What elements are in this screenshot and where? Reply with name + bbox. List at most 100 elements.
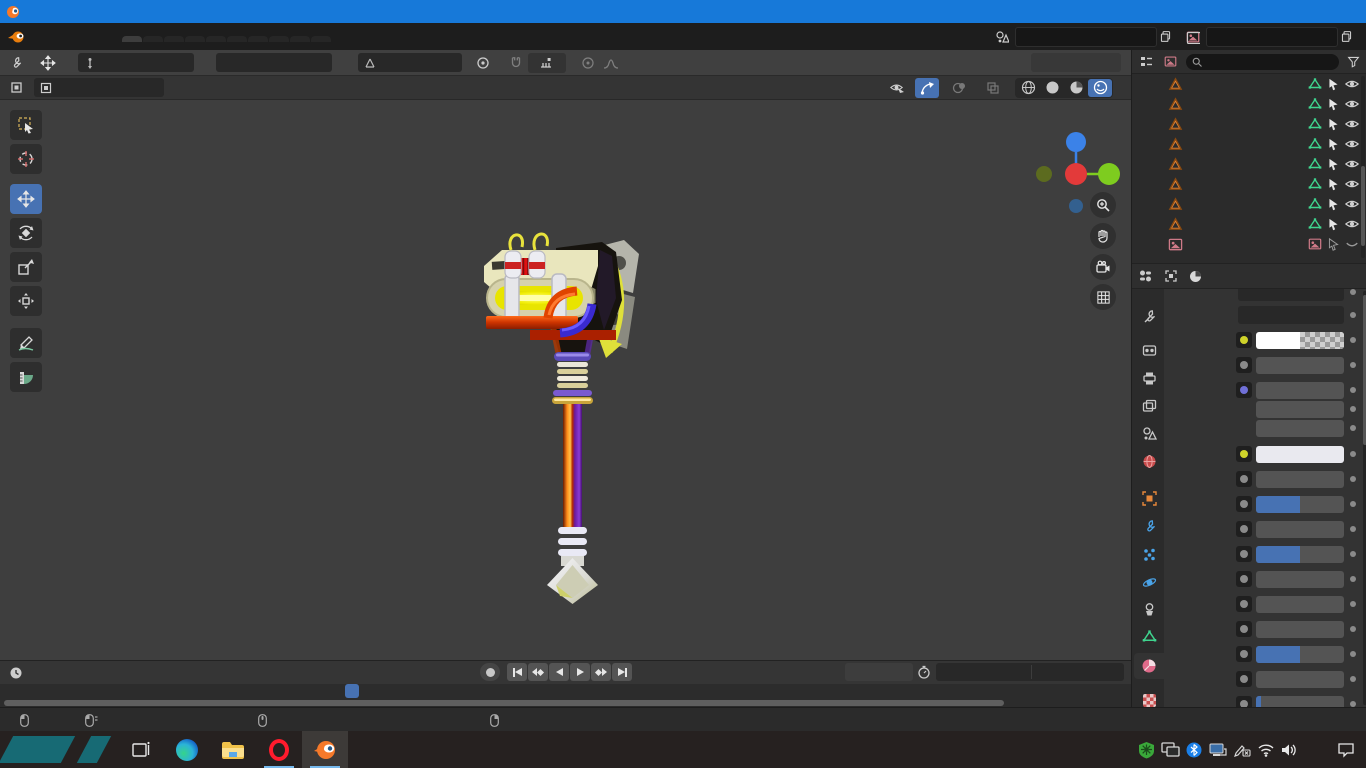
tool-rotate-button[interactable]	[10, 218, 42, 248]
drag-dropdown[interactable]	[216, 53, 332, 72]
timeline-ruler[interactable]	[0, 684, 1131, 698]
workspace-tab-compositing[interactable]	[290, 36, 310, 42]
workspace-tab-modeling[interactable]	[143, 36, 163, 42]
selectable-icon[interactable]	[1327, 238, 1340, 251]
animate-dot[interactable]	[1350, 337, 1356, 343]
start-button[interactable]	[0, 731, 118, 768]
wifi-tray-icon[interactable]	[1254, 731, 1278, 768]
antivirus-tray-icon[interactable]	[1134, 731, 1158, 768]
volume-tray-icon[interactable]	[1278, 731, 1302, 768]
clearcoat-roughness-slider[interactable]	[1256, 696, 1344, 707]
selectable-icon[interactable]	[1327, 98, 1340, 111]
tab-view-layer[interactable]	[1134, 393, 1164, 419]
base-color-input-socket[interactable]	[1236, 332, 1252, 348]
tool-annotate-button[interactable]	[10, 328, 42, 358]
jump-to-start-button[interactable]	[507, 663, 527, 681]
workspace-tab-rendering[interactable]	[269, 36, 289, 42]
orientation-dropdown[interactable]	[78, 53, 194, 72]
play-reverse-button[interactable]	[549, 663, 569, 681]
outliner-row-empty[interactable]	[1132, 234, 1363, 254]
proportional-editing-icon[interactable]	[576, 53, 600, 73]
prev-keyframe-button[interactable]	[528, 663, 548, 681]
shading-material-button[interactable]	[1064, 79, 1088, 97]
metallic-value[interactable]	[1256, 471, 1344, 488]
workspace-tab-layout[interactable]	[122, 36, 142, 42]
outliner-row[interactable]	[1132, 194, 1363, 214]
mode-dropdown[interactable]	[34, 78, 164, 97]
auto-keying-record-button[interactable]	[480, 663, 500, 681]
current-frame-badge[interactable]	[345, 684, 359, 698]
blender-logo-icon[interactable]	[8, 29, 24, 45]
titlebar[interactable]	[0, 0, 1366, 23]
subsurface-method-dropdown[interactable]	[1238, 306, 1344, 324]
distribution-dropdown[interactable]	[1238, 289, 1344, 301]
selectable-icon[interactable]	[1327, 118, 1340, 131]
visibility-eye-icon[interactable]	[1345, 97, 1359, 111]
workspace-tab-sculpting[interactable]	[164, 36, 184, 42]
outliner-search-input[interactable]	[1186, 54, 1339, 70]
tab-particles[interactable]	[1134, 541, 1164, 567]
view-layer-copy-icon[interactable]	[1338, 29, 1354, 45]
gizmos-toggle-button[interactable]	[915, 78, 939, 98]
subsurface-value[interactable]	[1256, 357, 1344, 374]
task-view-button[interactable]	[118, 731, 164, 768]
base-color-swatch[interactable]	[1256, 332, 1344, 349]
roughness-slider[interactable]	[1256, 546, 1344, 563]
scene-icon[interactable]	[994, 29, 1010, 45]
display-tray-icon[interactable]	[1158, 731, 1182, 768]
opera-icon[interactable]	[256, 731, 302, 768]
editor-type-properties-icon[interactable]	[1137, 268, 1153, 284]
workspace-tab-animation[interactable]	[248, 36, 268, 42]
visibility-eye-icon[interactable]	[1345, 217, 1359, 231]
network-device-tray-icon[interactable]	[1206, 731, 1230, 768]
workspace-tab-shading[interactable]	[227, 36, 247, 42]
specular-slider[interactable]	[1256, 496, 1344, 513]
view-layer-name-field[interactable]	[1206, 27, 1338, 47]
outliner-row[interactable]	[1132, 154, 1363, 174]
pan-button[interactable]	[1090, 223, 1116, 249]
visibility-eye-icon[interactable]	[1345, 157, 1359, 171]
tool-scale-button[interactable]	[10, 252, 42, 282]
selectable-icon[interactable]	[1327, 218, 1340, 231]
selectable-icon[interactable]	[1327, 178, 1340, 191]
tab-object-data[interactable]	[1134, 623, 1164, 649]
tab-scene[interactable]	[1134, 420, 1164, 446]
tool-measure-button[interactable]	[10, 362, 42, 392]
blender-taskbar-icon[interactable]	[302, 731, 348, 768]
selectable-icon[interactable]	[1327, 198, 1340, 211]
specular-tint-value[interactable]	[1256, 521, 1344, 538]
current-frame-field[interactable]	[845, 663, 913, 681]
view-layer-icon[interactable]	[1185, 29, 1201, 45]
clearcoat-value[interactable]	[1256, 671, 1344, 688]
sheen-tint-slider[interactable]	[1256, 646, 1344, 663]
editor-type-timeline-icon[interactable]	[8, 665, 24, 681]
tab-world[interactable]	[1134, 448, 1164, 474]
tool-move-button[interactable]	[10, 184, 42, 214]
stopwatch-icon[interactable]	[916, 664, 932, 680]
viewport-3d[interactable]	[0, 76, 1131, 660]
shading-rendered-button[interactable]	[1088, 79, 1112, 97]
tab-output[interactable]	[1134, 365, 1164, 391]
ortho-toggle-button[interactable]	[1090, 284, 1116, 310]
shading-wireframe-button[interactable]	[1016, 79, 1040, 97]
outliner-row[interactable]	[1132, 114, 1363, 134]
workspace-tab-scripting[interactable]	[311, 36, 331, 42]
zoom-button[interactable]	[1090, 192, 1116, 218]
selectable-icon[interactable]	[1327, 158, 1340, 171]
visibility-eye-icon[interactable]	[1345, 137, 1359, 151]
subsurface-radius-z[interactable]	[1256, 420, 1344, 437]
anisotropic-rotation-value[interactable]	[1256, 596, 1344, 613]
snap-toggle-magnet-icon[interactable]	[504, 53, 528, 73]
jump-to-end-button[interactable]	[612, 663, 632, 681]
snap-settings-button[interactable]	[528, 53, 566, 73]
shading-solid-button[interactable]	[1040, 79, 1064, 97]
tool-select-box-button[interactable]	[10, 110, 42, 140]
file-explorer-icon[interactable]	[210, 731, 256, 768]
outliner-row[interactable]	[1132, 134, 1363, 154]
bluetooth-tray-icon[interactable]	[1182, 731, 1206, 768]
timeline-menu-keying[interactable]	[54, 666, 72, 680]
tab-texture[interactable]	[1134, 687, 1164, 707]
outliner-row[interactable]	[1132, 94, 1363, 114]
outliner-display-mode-icon[interactable]	[1162, 54, 1178, 70]
selectable-icon[interactable]	[1327, 138, 1340, 151]
